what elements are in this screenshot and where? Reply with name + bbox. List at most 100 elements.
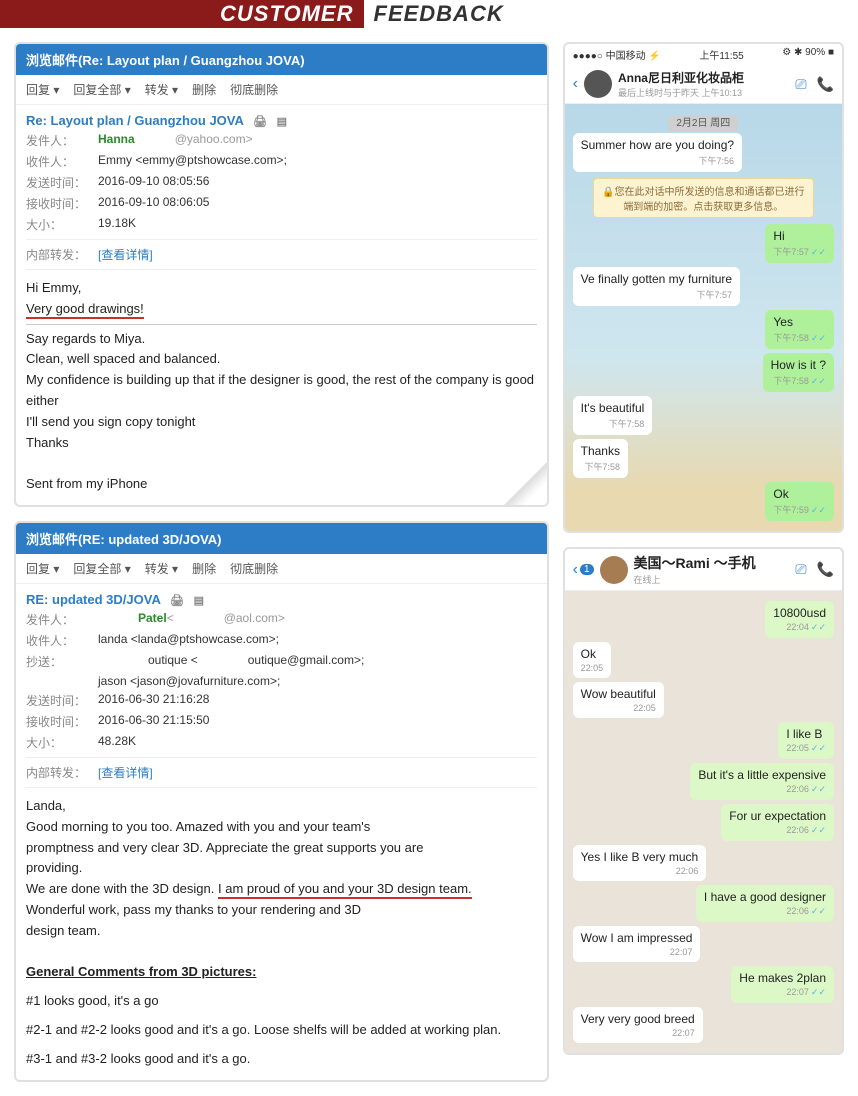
- subject-text: Re: Layout plan / Guangzhou JOVA: [26, 113, 243, 128]
- body-line: Say regards to Miya.: [26, 329, 537, 350]
- message-row: Summer how are you doing?下午7:56: [573, 133, 834, 172]
- print-icon[interactable]: 🖨: [170, 595, 184, 607]
- message-bubble: Wow I am impressed22:07: [573, 926, 701, 962]
- chat-header: ‹ Anna尼日利亚化妆品柜 最后上线时与于昨天 上午10:13 ⎚ 📞: [565, 65, 842, 104]
- email-body: Landa, Good morning to you too. Amazed w…: [16, 792, 547, 1080]
- message-text: But it's a little expensive: [698, 768, 826, 782]
- back-icon[interactable]: ‹: [573, 75, 578, 93]
- read-tick-icon: ✓✓: [811, 333, 826, 343]
- email-card-2: 浏览邮件(RE: updated 3D/JOVA) 回复 ▾ 回复全部 ▾ 转发…: [14, 521, 549, 1082]
- message-time: 下午7:57: [581, 288, 732, 301]
- body-line: Hi Emmy,: [26, 278, 537, 299]
- sent-label: 发送时间：: [26, 174, 98, 191]
- message-row: It's beautiful下午7:58: [573, 396, 834, 435]
- message-bubble: How is it ?下午7:58✓✓: [763, 353, 834, 392]
- view-details-link[interactable]: [查看详情]: [98, 764, 153, 781]
- body-line: We are done with the 3D design.: [26, 881, 218, 896]
- video-call-icon[interactable]: ⎚: [795, 561, 806, 578]
- from-label: 发件人：: [26, 132, 98, 149]
- avatar[interactable]: [584, 70, 612, 98]
- email-toolbar: 回复 ▾ 回复全部 ▾ 转发 ▾ 删除 彻底删除: [16, 75, 547, 105]
- call-icon[interactable]: 📞: [817, 76, 834, 93]
- forward-button[interactable]: 转发 ▾: [145, 560, 178, 577]
- status-bar: ●●●●○ 中国移动 ⚡ 上午11:55 ⚙ ✱ 90% ■: [565, 44, 842, 65]
- message-bubble: I have a good designer22:06✓✓: [696, 885, 834, 922]
- view-details-link[interactable]: [查看详情]: [98, 246, 153, 263]
- read-tick-icon: ✓✓: [811, 247, 826, 257]
- message-row: Wow I am impressed22:07: [573, 926, 834, 962]
- message-time: 22:04✓✓: [773, 622, 826, 633]
- banner: CUSTOMER FEEDBACK: [0, 0, 858, 28]
- page-curl-icon: [503, 461, 549, 507]
- purge-button[interactable]: 彻底删除: [230, 81, 278, 98]
- delete-button[interactable]: 删除: [192, 560, 216, 577]
- sent-val: 2016-09-10 08:05:56: [98, 174, 209, 191]
- body-highlight: Very good drawings!: [26, 301, 144, 319]
- from-label: 发件人：: [26, 611, 98, 628]
- message-bubble: I like B22:05✓✓: [778, 722, 834, 759]
- body-line: Good morning to you too. Amazed with you…: [26, 817, 537, 838]
- email-titlebar: 浏览邮件(Re: Layout plan / Guangzhou JOVA): [16, 44, 547, 75]
- forward-button[interactable]: 转发 ▾: [145, 81, 178, 98]
- contact-name: Anna尼日利亚化妆品柜: [618, 69, 795, 86]
- reply-all-button[interactable]: 回复全部 ▾: [73, 81, 130, 98]
- reply-button[interactable]: 回复 ▾: [26, 81, 59, 98]
- recv-val: 2016-06-30 21:15:50: [98, 713, 209, 730]
- size-val: 19.18K: [98, 216, 136, 233]
- body-line: Wonderful work, pass my thanks to your r…: [26, 900, 537, 921]
- cc-val: outique <outique@gmail.com>;: [98, 653, 364, 670]
- call-icon[interactable]: 📞: [817, 561, 834, 578]
- delete-button[interactable]: 删除: [192, 81, 216, 98]
- back-icon[interactable]: ‹: [573, 561, 578, 579]
- body-line: Clean, well spaced and balanced.: [26, 349, 537, 370]
- subject-text: RE: updated 3D/JOVA: [26, 592, 160, 607]
- read-tick-icon: ✓✓: [811, 376, 826, 386]
- message-bubble: Wow beautiful22:05: [573, 682, 664, 718]
- message-time: 22:05: [581, 703, 656, 713]
- print-icon[interactable]: 🖨: [253, 116, 267, 128]
- message-row: Thanks下午7:58: [573, 439, 834, 478]
- message-text: For ur expectation: [729, 809, 826, 823]
- read-tick-icon: ✓✓: [811, 784, 826, 794]
- message-time: 下午7:58✓✓: [773, 331, 826, 344]
- message-text: Yes: [773, 315, 826, 329]
- from-addr: @yahoo.com>: [175, 132, 253, 149]
- more-icon[interactable]: ▤: [194, 595, 204, 607]
- reply-button[interactable]: 回复 ▾: [26, 560, 59, 577]
- to-val: Emmy <emmy@ptshowcase.com>;: [98, 153, 287, 170]
- chat-area: 2月2日 周四 Summer how are you doing?下午7:56🔒…: [565, 104, 842, 531]
- video-call-icon[interactable]: ⎚: [795, 76, 806, 93]
- message-row: Hi下午7:57✓✓: [573, 224, 834, 263]
- body-highlight: I am proud of you and your 3D design tea…: [218, 881, 472, 899]
- size-val: 48.28K: [98, 734, 136, 751]
- battery-label: ⚙ ✱ 90% ■: [782, 47, 834, 62]
- message-text: Ok: [773, 487, 826, 501]
- to-label: 收件人：: [26, 632, 98, 649]
- message-bubble: Hi下午7:57✓✓: [765, 224, 834, 263]
- message-text: How is it ?: [771, 358, 826, 372]
- carrier-label: ●●●●○ 中国移动 ⚡: [573, 47, 661, 62]
- message-text: 10800usd: [773, 606, 826, 620]
- email-subject: Re: Layout plan / Guangzhou JOVA 🖨 ▤: [16, 105, 547, 130]
- body-line: My confidence is building up that if the…: [26, 370, 537, 412]
- message-time: 22:06✓✓: [704, 906, 826, 917]
- encryption-notice: 🔒您在此对话中所发送的信息和通话都已进行端到端的加密。点击获取更多信息。: [593, 178, 814, 218]
- more-icon[interactable]: ▤: [277, 116, 287, 128]
- recv-label: 接收时间：: [26, 195, 98, 212]
- purge-button[interactable]: 彻底删除: [230, 560, 278, 577]
- read-tick-icon: ✓✓: [811, 743, 826, 753]
- avatar[interactable]: [600, 556, 628, 584]
- email-subject: RE: updated 3D/JOVA 🖨 ▤: [16, 584, 547, 609]
- email-titlebar: 浏览邮件(RE: updated 3D/JOVA): [16, 523, 547, 554]
- message-bubble: Yes 下午7:58✓✓: [765, 310, 834, 349]
- recv-label: 接收时间：: [26, 713, 98, 730]
- message-text: I like B: [786, 727, 826, 741]
- body-line: Sent from my iPhone: [26, 474, 537, 495]
- message-time: 下午7:58: [581, 460, 620, 473]
- size-label: 大小：: [26, 216, 98, 233]
- read-tick-icon: ✓✓: [811, 505, 826, 515]
- contact-name: 美国～Rami ～手机: [634, 553, 796, 573]
- message-text: Wow I am impressed: [581, 931, 693, 945]
- reply-all-button[interactable]: 回复全部 ▾: [73, 560, 130, 577]
- message-time: 22:06✓✓: [729, 825, 826, 836]
